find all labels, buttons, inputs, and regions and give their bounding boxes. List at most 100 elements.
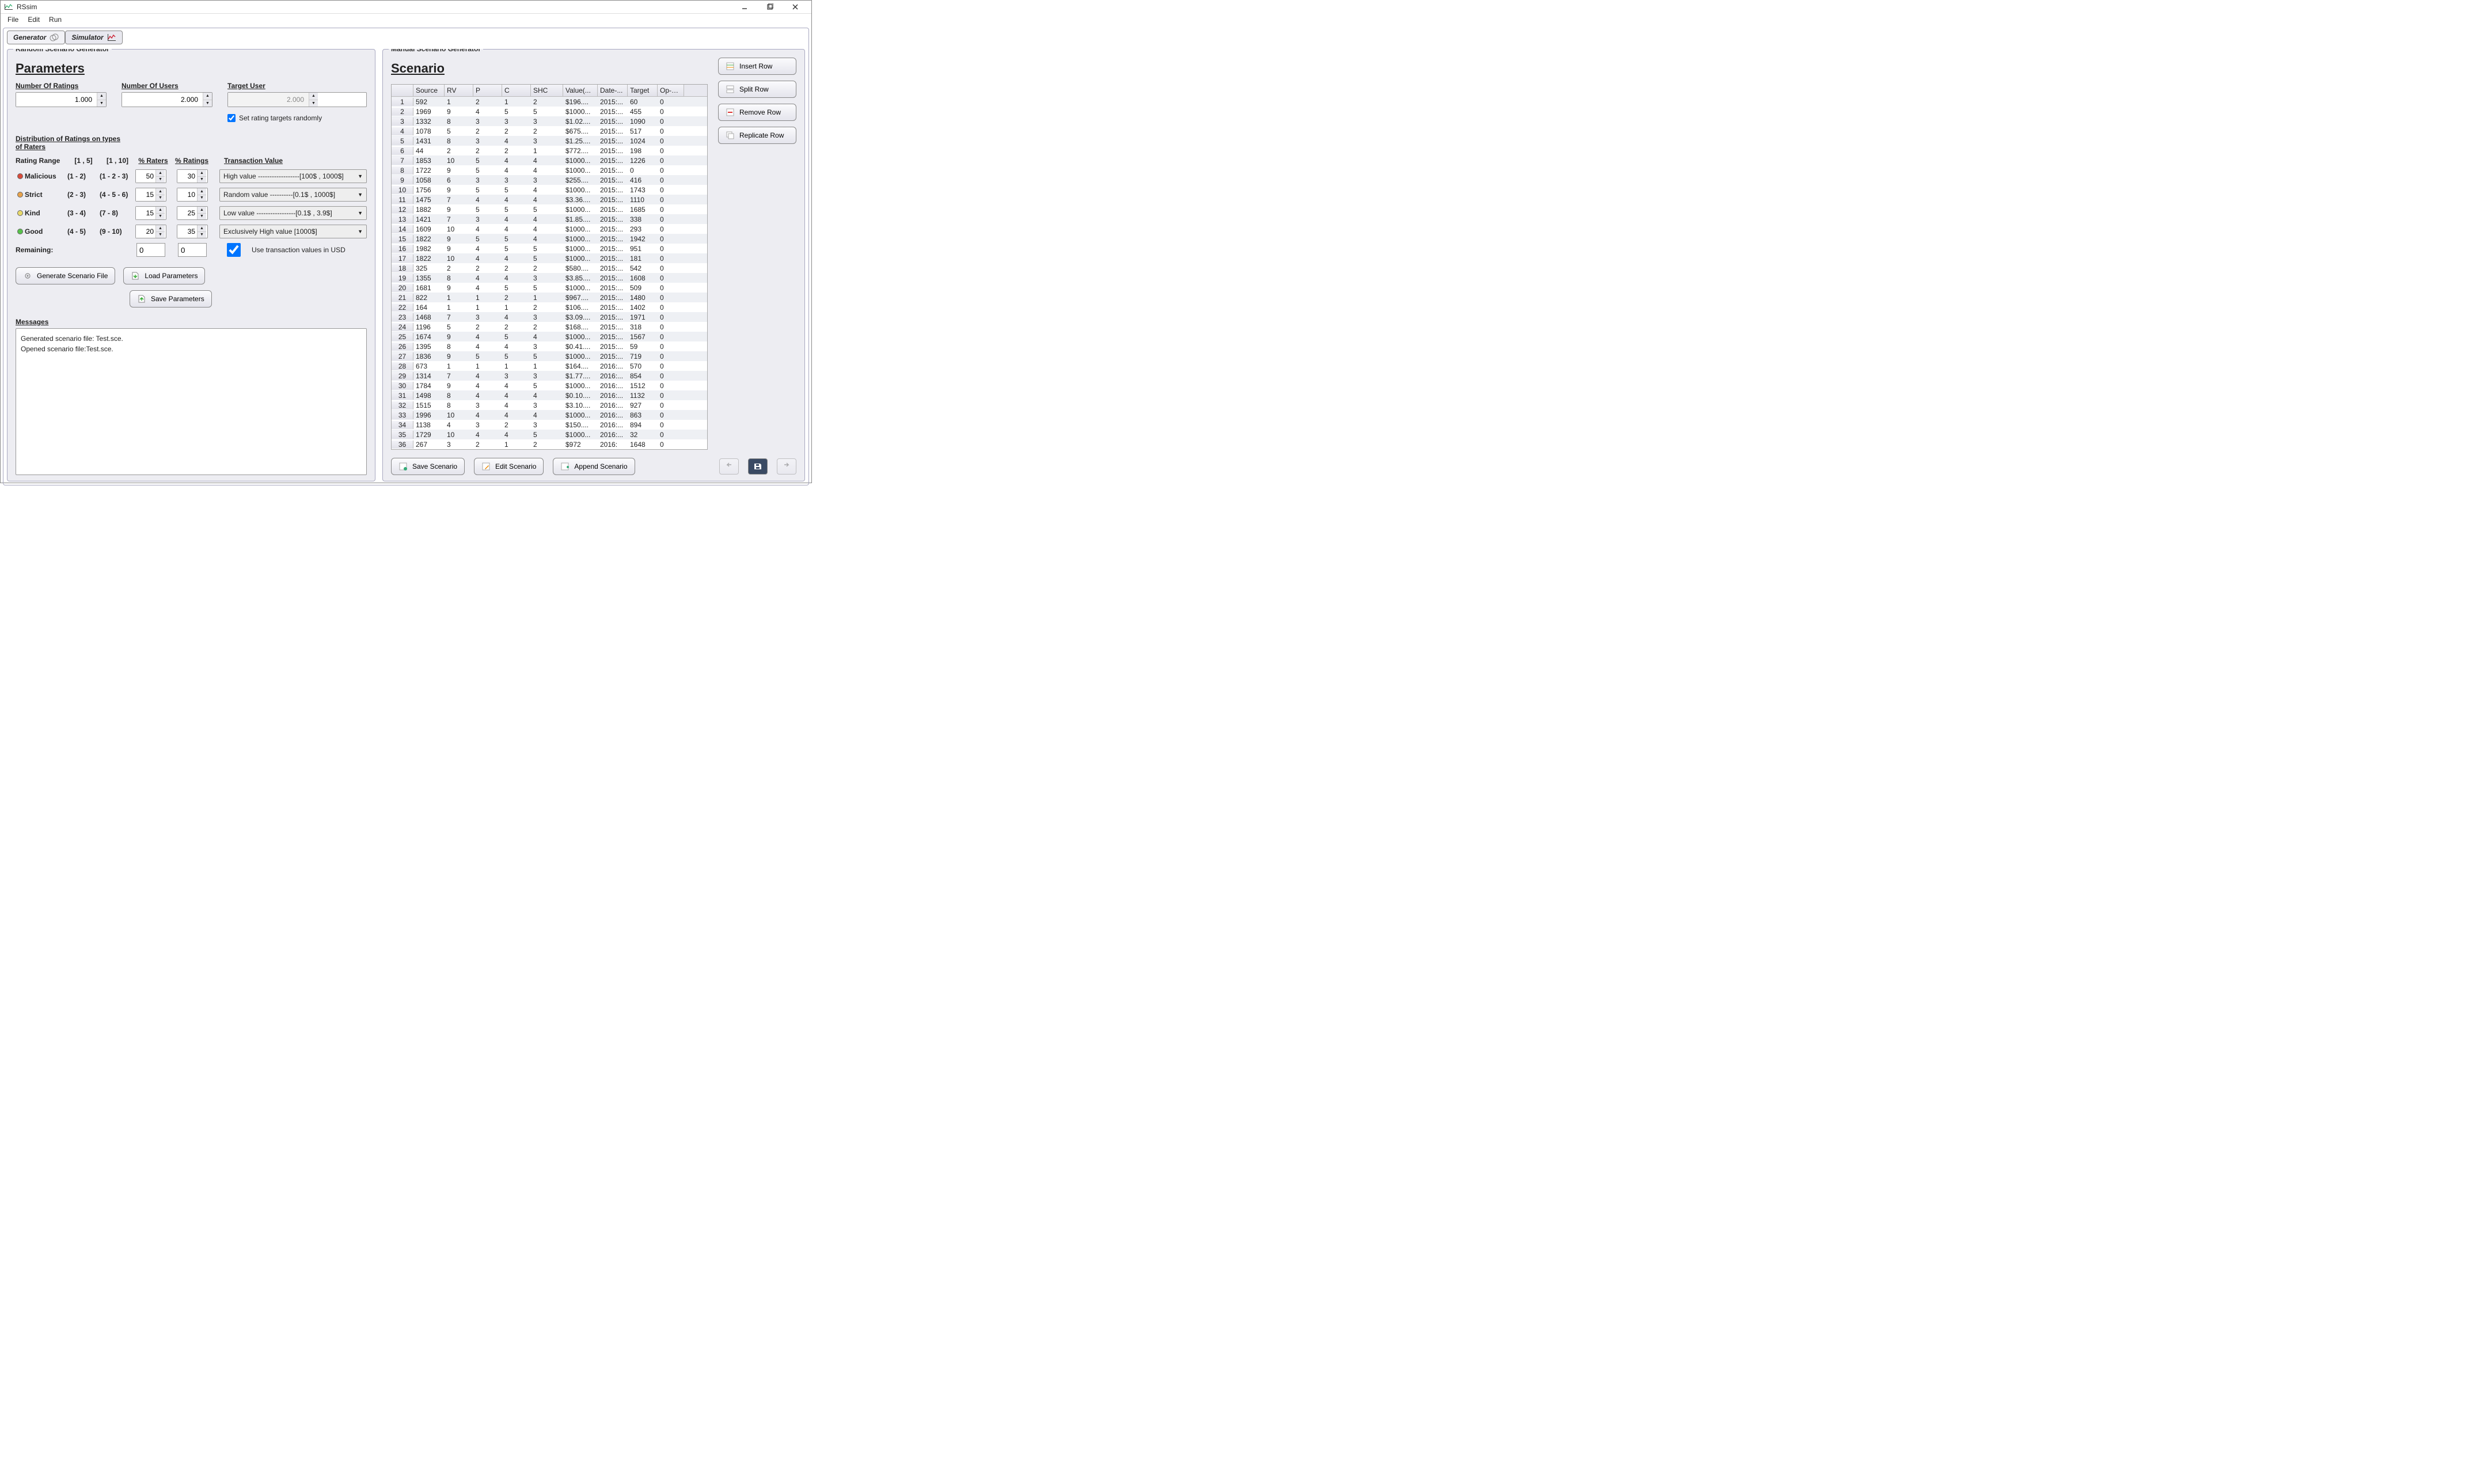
table-header[interactable]: P — [473, 85, 502, 96]
spin-down-icon[interactable]: ▼ — [156, 214, 165, 220]
save-parameters-button[interactable]: Save Parameters — [130, 290, 212, 308]
menu-run[interactable]: Run — [45, 14, 65, 25]
spin-up-icon[interactable]: ▲ — [156, 207, 165, 214]
num-ratings-spinner[interactable]: ▲▼ — [16, 92, 107, 107]
pct-ratings-input[interactable] — [177, 225, 197, 238]
spin-up-icon[interactable]: ▲ — [156, 188, 165, 195]
table-row[interactable]: 6442221$772....2015:...1980 — [392, 146, 707, 155]
pct-ratings-spinner[interactable]: ▲▼ — [177, 206, 208, 220]
table-row[interactable]: 2016819455$1000...2015:...5090 — [392, 283, 707, 293]
minimize-button[interactable] — [732, 1, 757, 13]
txn-value-select[interactable]: High value ------------------[100$ , 100… — [219, 169, 367, 183]
insert-row-button[interactable]: Insert Row — [718, 58, 796, 75]
table-row[interactable]: 3017849445$1000...2016:...15120 — [392, 381, 707, 390]
save-scenario-button[interactable]: Save Scenario — [391, 458, 465, 475]
txn-value-select[interactable]: Random value ----------[0.1$ , 1000$]▼ — [219, 188, 367, 202]
table-row[interactable]: 3411384323$150....2016:...8940 — [392, 420, 707, 430]
spin-up-icon[interactable]: ▲ — [97, 93, 106, 100]
table-row[interactable]: 1913558443$3.85....2015:...16080 — [392, 273, 707, 283]
table-row[interactable]: 183252222$580....2015:...5420 — [392, 263, 707, 273]
table-body[interactable]: 15921212$196....2015:...600219699455$100… — [392, 97, 707, 449]
pct-ratings-spinner[interactable]: ▲▼ — [177, 188, 208, 202]
spin-down-icon[interactable]: ▼ — [203, 100, 212, 107]
table-row[interactable]: 362673212$9722016:16480 — [392, 439, 707, 449]
num-users-input[interactable] — [122, 93, 203, 107]
close-button[interactable] — [783, 1, 808, 13]
load-parameters-button[interactable]: Load Parameters — [123, 267, 205, 284]
pct-raters-input[interactable] — [136, 188, 155, 201]
pct-ratings-input[interactable] — [177, 170, 197, 183]
txn-value-select[interactable]: Low value -----------------[0.1$ , 3.9$]… — [219, 206, 367, 220]
table-row[interactable]: 1518229554$1000...2015:...19420 — [392, 234, 707, 244]
pct-raters-spinner[interactable]: ▲▼ — [135, 225, 166, 238]
pct-raters-input[interactable] — [136, 225, 155, 238]
pct-ratings-spinner[interactable]: ▲▼ — [177, 169, 208, 183]
table-row[interactable]: 17182210445$1000...2015:...1810 — [392, 253, 707, 263]
table-row[interactable]: 817229544$1000...2015:...00 — [392, 165, 707, 175]
num-users-spinner[interactable]: ▲▼ — [122, 92, 212, 107]
pct-raters-spinner[interactable]: ▲▼ — [135, 188, 166, 202]
spin-up-icon[interactable]: ▲ — [198, 207, 206, 214]
spin-down-icon[interactable]: ▼ — [97, 100, 106, 107]
menu-edit[interactable]: Edit — [24, 14, 43, 25]
table-row[interactable]: 286731111$164....2016:...5700 — [392, 361, 707, 371]
spin-up-icon[interactable]: ▲ — [156, 170, 165, 177]
table-row[interactable]: 2613958443$0.41....2015:...590 — [392, 341, 707, 351]
table-row[interactable]: 514318343$1.25....2015:...10240 — [392, 136, 707, 146]
txn-value-select[interactable]: Exclusively High value [1000$]▼ — [219, 225, 367, 238]
table-row[interactable]: 219699455$1000...2015:...4550 — [392, 107, 707, 116]
edit-scenario-button[interactable]: Edit Scenario — [474, 458, 544, 475]
table-header[interactable]: RV — [445, 85, 473, 96]
maximize-button[interactable] — [757, 1, 783, 13]
pct-ratings-input[interactable] — [177, 188, 197, 201]
tab-simulator[interactable]: Simulator — [65, 31, 122, 44]
pct-raters-input[interactable] — [136, 170, 155, 183]
messages-box[interactable]: Generated scenario file: Test.sce. Opene… — [16, 328, 367, 475]
table-header[interactable]: C — [502, 85, 531, 96]
generate-scenario-button[interactable]: Generate Scenario File — [16, 267, 115, 284]
table-row[interactable]: 2411965222$168....2015:...3180 — [392, 322, 707, 332]
spin-up-icon[interactable]: ▲ — [198, 170, 206, 177]
spin-down-icon[interactable]: ▼ — [198, 232, 206, 238]
spin-down-icon[interactable]: ▼ — [156, 232, 165, 238]
table-row[interactable]: 14160910444$1000...2015:...2930 — [392, 224, 707, 234]
set-random-input[interactable] — [227, 114, 236, 122]
table-header[interactable]: Op-C... — [658, 85, 684, 96]
menu-file[interactable]: File — [4, 14, 22, 25]
spin-down-icon[interactable]: ▼ — [156, 195, 165, 202]
table-header[interactable]: SHC — [531, 85, 563, 96]
table-row[interactable]: 1114757444$3.36....2015:...11100 — [392, 195, 707, 204]
table-row[interactable]: 35172910445$1000...2016:...320 — [392, 430, 707, 439]
spin-up-icon[interactable]: ▲ — [203, 93, 212, 100]
remove-row-button[interactable]: Remove Row — [718, 104, 796, 121]
table-header[interactable]: Value(... — [563, 85, 598, 96]
undo-button[interactable] — [719, 458, 739, 475]
table-row[interactable]: 33199610444$1000...2016:...8630 — [392, 410, 707, 420]
spin-down-icon[interactable]: ▼ — [156, 177, 165, 183]
spin-up-icon[interactable]: ▲ — [198, 188, 206, 195]
table-row[interactable]: 910586333$255....2015:...4160 — [392, 175, 707, 185]
table-row[interactable]: 2913147433$1.77....2016:...8540 — [392, 371, 707, 381]
table-row[interactable]: 3114988444$0.10....2016:...11320 — [392, 390, 707, 400]
spin-up-icon[interactable]: ▲ — [156, 225, 165, 232]
table-header[interactable]: Date-... — [598, 85, 628, 96]
save-file-button[interactable] — [748, 458, 768, 475]
split-row-button[interactable]: Split Row — [718, 81, 796, 98]
table-row[interactable]: 2516749454$1000...2015:...15670 — [392, 332, 707, 341]
append-scenario-button[interactable]: Append Scenario — [553, 458, 635, 475]
pct-raters-spinner[interactable]: ▲▼ — [135, 169, 166, 183]
table-row[interactable]: 2314687343$3.09....2015:...19710 — [392, 312, 707, 322]
replicate-row-button[interactable]: Replicate Row — [718, 127, 796, 144]
pct-raters-spinner[interactable]: ▲▼ — [135, 206, 166, 220]
table-row[interactable]: 3215158343$3.10....2016:...9270 — [392, 400, 707, 410]
table-header[interactable]: Source — [413, 85, 445, 96]
spin-up-icon[interactable]: ▲ — [198, 225, 206, 232]
table-row[interactable]: 7185310544$1000...2015:...12260 — [392, 155, 707, 165]
pct-ratings-input[interactable] — [177, 207, 197, 219]
table-header[interactable] — [392, 85, 413, 96]
table-header[interactable]: Target — [628, 85, 658, 96]
table-row[interactable]: 1218829555$1000...2015:...16850 — [392, 204, 707, 214]
table-row[interactable]: 1619829455$1000...2015:...9510 — [392, 244, 707, 253]
tab-generator[interactable]: Generator — [7, 31, 65, 44]
table-row[interactable]: 221641112$106....2015:...14020 — [392, 302, 707, 312]
